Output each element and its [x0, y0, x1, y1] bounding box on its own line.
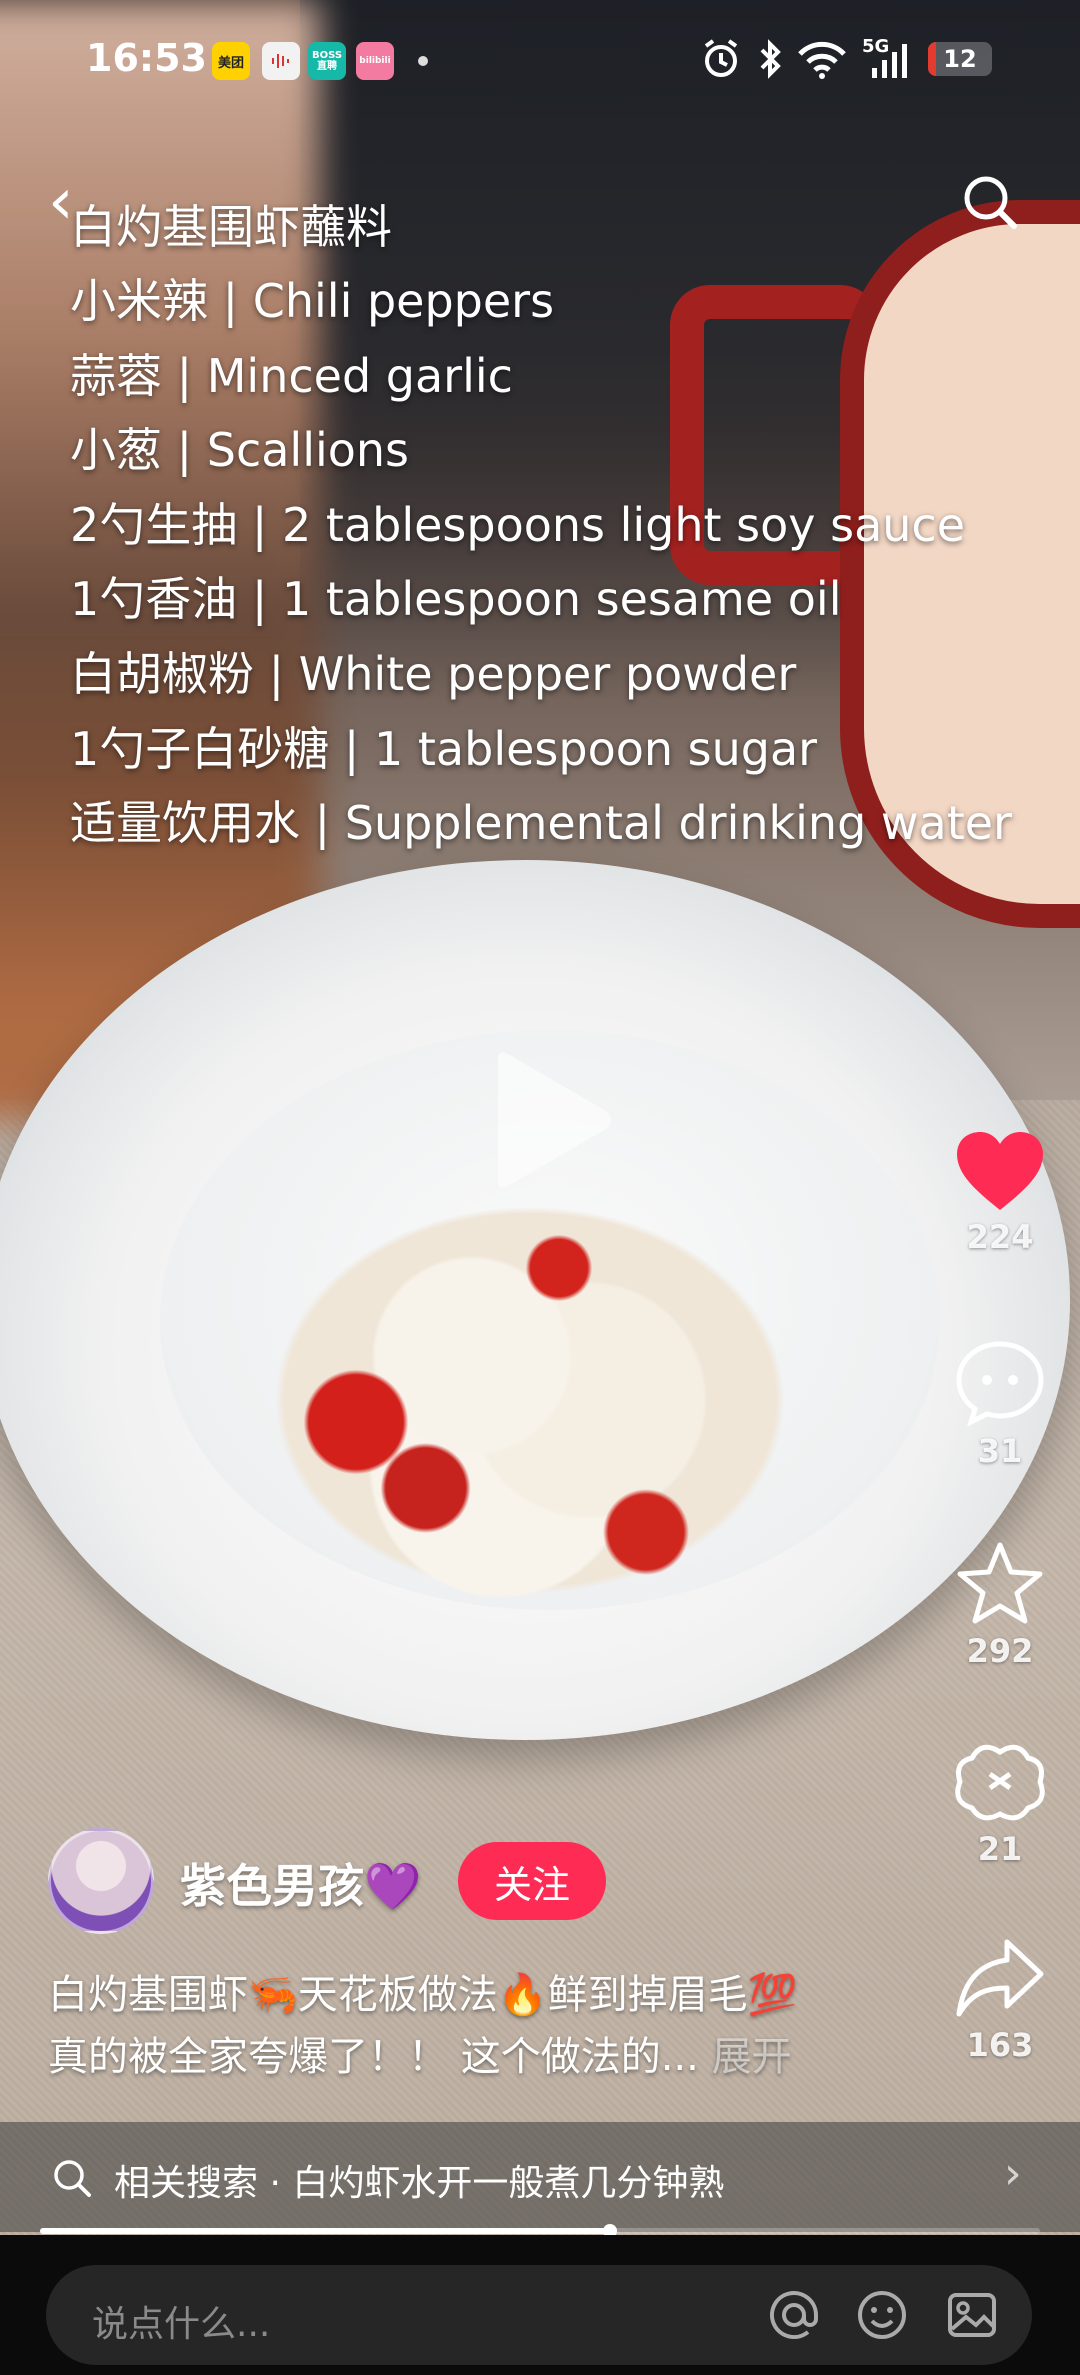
boss-badge-icon: BOSS直聘 — [308, 42, 346, 80]
comment-bar: 说点什么... — [0, 2235, 1080, 2375]
battery-fill — [928, 42, 936, 76]
share-icon — [956, 1939, 1044, 2017]
recipe-line: 小米辣 | Chili peppers — [70, 274, 555, 328]
wifi-icon — [798, 41, 846, 79]
search-icon — [54, 2160, 91, 2197]
meituan-badge-icon: 美团 — [212, 42, 250, 80]
star-icon — [957, 1542, 1043, 1624]
bilibili-badge-icon: bilibili — [356, 42, 394, 80]
author-name[interactable]: 紫色男孩💜 — [180, 1850, 421, 1916]
notification-dot-icon — [418, 56, 428, 66]
video-food — [240, 1180, 820, 1620]
recipe-line: 小葱 | Scallions — [70, 423, 410, 478]
recipe-title: 白灼基围虾蘸料 — [70, 200, 392, 254]
favorite-count: 292 — [966, 1632, 1034, 1670]
comment-icon — [956, 1341, 1044, 1426]
description-line: 白灼基围虾🦐天花板做法🔥鲜到掉眉毛💯 — [48, 1972, 798, 2018]
status-bar: 16:53 美团 BOSS直聘 bilibili 5G 12 — [0, 0, 1080, 120]
recipe-line: 1勺子白砂糖 | 1 tablespoon sugar — [70, 721, 818, 776]
bluetooth-icon — [760, 39, 781, 79]
video-progress-fill — [40, 2228, 610, 2234]
expand-link[interactable]: 展开 — [712, 2034, 792, 2080]
audio-app-icon — [262, 42, 300, 80]
share-button[interactable]: 163 — [940, 1936, 1060, 2064]
chevron-right-icon: › — [1004, 2148, 1022, 2199]
related-search-text: 相关搜索 · 白灼虾水开一般煮几分钟熟 — [114, 2163, 725, 2204]
recipe-line: 适量饮用水 | Supplemental drinking water — [70, 796, 1012, 851]
like-button[interactable]: 224 — [940, 1130, 1060, 1256]
like-count: 224 — [966, 1218, 1034, 1256]
avatar[interactable] — [48, 1828, 154, 1934]
share-count: 163 — [966, 2026, 1034, 2064]
description-line-2: 真的被全家夸爆了！！ 这个做法的... 展开 — [48, 2034, 792, 2080]
video-progress-bar[interactable] — [40, 2224, 1040, 2238]
recipe-line: 1勺香油 | 1 tablespoon sesame oil — [70, 572, 842, 627]
favorite-button[interactable]: 292 — [940, 1540, 1060, 1670]
image-icon[interactable] — [944, 2287, 1000, 2343]
video-description[interactable]: 白灼基围虾🦐天花板做法🔥鲜到掉眉毛💯 真的被全家夸爆了！！ 这个做法的... 展… — [48, 1964, 908, 2088]
recipe-line: 白胡椒粉 | White pepper powder — [70, 646, 797, 701]
alarm-icon — [704, 39, 738, 77]
follow-button[interactable]: 关注 — [458, 1842, 606, 1920]
related-search-bar[interactable]: 相关搜索 · 白灼虾水开一般煮几分钟熟 › — [0, 2122, 1080, 2232]
recipe-line: 2勺生抽 | 2 tablespoons light soy sauce — [70, 497, 966, 552]
signal-icon — [872, 44, 907, 78]
emoji-icon[interactable] — [854, 2287, 910, 2343]
recipe-line: 蒜蓉 | Minced garlic — [70, 348, 513, 403]
gift-button[interactable]: 21 — [940, 1738, 1060, 1868]
comment-count: 31 — [977, 1432, 1023, 1470]
battery-indicator: 12 — [928, 42, 992, 76]
comment-placeholder: 说点什么... — [92, 2304, 271, 2345]
comment-input[interactable]: 说点什么... — [46, 2265, 1032, 2365]
gift-count: 21 — [977, 1830, 1023, 1868]
heart-icon — [957, 1132, 1043, 1210]
at-mention-icon[interactable] — [766, 2287, 822, 2343]
play-icon[interactable] — [470, 1045, 620, 1195]
status-time: 16:53 — [86, 36, 207, 80]
gift-icon — [955, 1744, 1045, 1821]
recipe-caption-overlay: 白灼基围虾蘸料 小米辣 | Chili peppers 蒜蓉 | Minced … — [70, 190, 1050, 861]
comment-button[interactable]: 31 — [940, 1340, 1060, 1470]
